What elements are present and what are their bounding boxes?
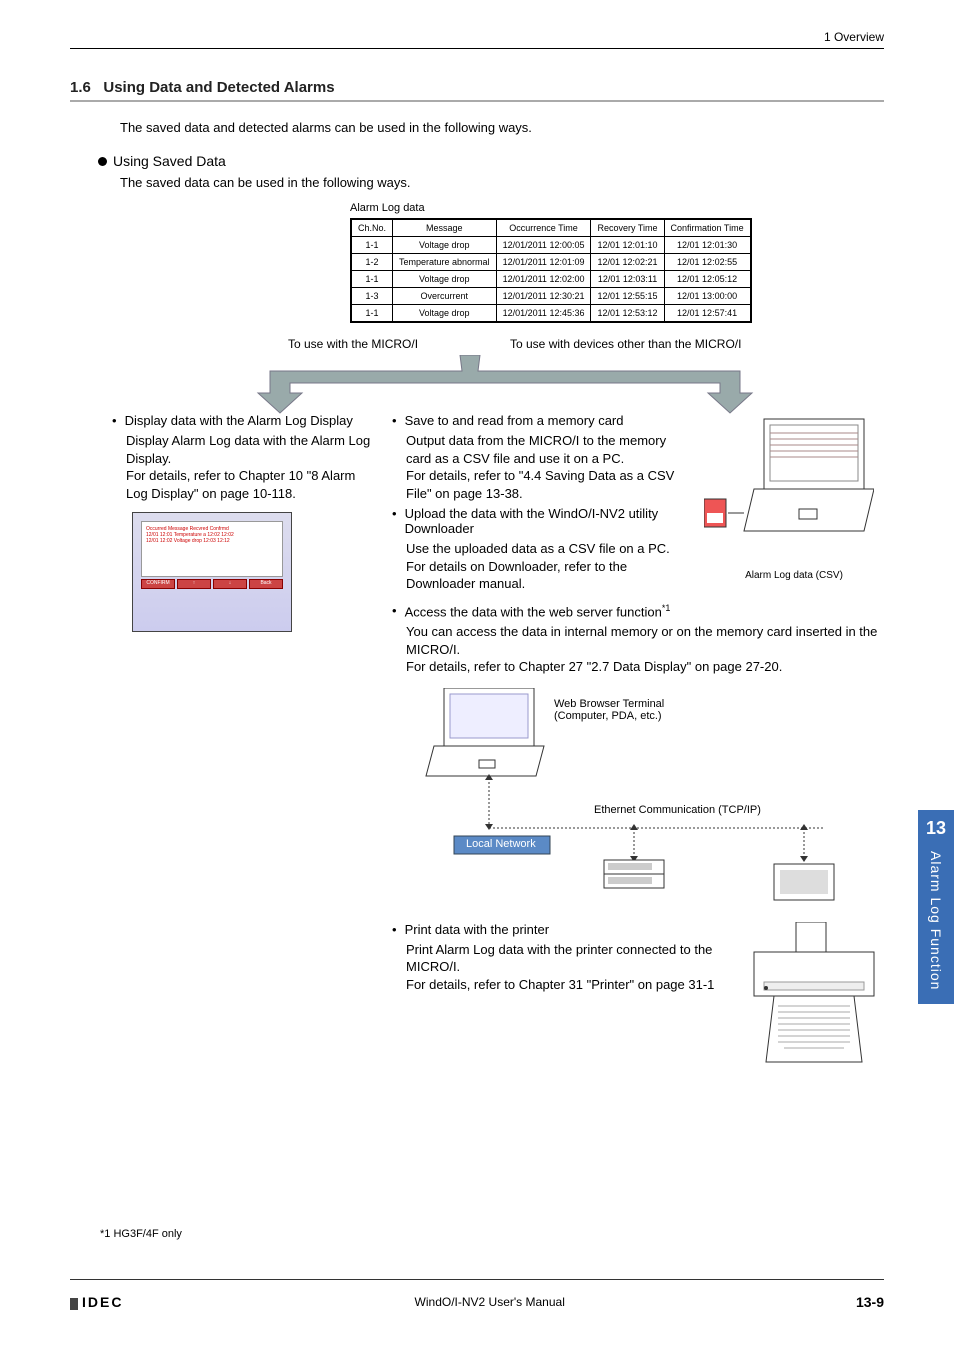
cell: 1-1	[351, 305, 393, 323]
cell: 12/01 12:02:21	[591, 254, 664, 271]
alarm-display-mock: Occurred Message Recvred Confrmd 12/01 1…	[132, 512, 292, 632]
branching-arrow-icon	[250, 355, 770, 415]
cell: 12/01/2011 12:00:05	[496, 237, 591, 254]
cell: 12/01 12:01:30	[664, 237, 751, 254]
cell: 12/01 13:00:00	[664, 288, 751, 305]
webserver-title: Access the data with the web server func…	[405, 603, 671, 619]
laptop-csv-icon	[704, 413, 874, 563]
webserver-title-text: Access the data with the web server func…	[405, 604, 662, 619]
th-conf: Confirmation Time	[664, 219, 751, 237]
th-occ: Occurrence Time	[496, 219, 591, 237]
mock-btn: CONFIRM	[141, 579, 175, 589]
cell: 12/01 12:01:10	[591, 237, 664, 254]
section-number: 1.6	[70, 79, 91, 96]
bullet-icon	[98, 157, 107, 166]
cell: 12/01 12:03:11	[591, 271, 664, 288]
web-terminal-label: Web Browser Terminal (Computer, PDA, etc…	[554, 698, 664, 722]
table-row: 1-1Voltage drop12/01/2011 12:00:0512/01 …	[351, 237, 751, 254]
web-ethernet-label: Ethernet Communication (TCP/IP)	[594, 804, 761, 816]
web-diagram: Web Browser Terminal (Computer, PDA, etc…	[424, 688, 884, 908]
cell: Voltage drop	[393, 271, 497, 288]
footer-rule	[70, 1279, 884, 1280]
cell: 1-1	[351, 271, 393, 288]
section-heading: Using Data and Detected Alarms	[103, 79, 334, 96]
mock-btn: ↓	[213, 579, 247, 589]
cell: 12/01 12:57:41	[664, 305, 751, 323]
cell: Voltage drop	[393, 237, 497, 254]
section-title: 1.6 Using Data and Detected Alarms	[70, 79, 884, 102]
breadcrumb: 1 Overview	[70, 30, 884, 49]
mock-rows: 12/01 12:01 Temperature a 12:02 12:02 12…	[146, 532, 278, 544]
cell: 12/01 12:53:12	[591, 305, 664, 323]
memcard-desc: Output data from the MICRO/I to the memo…	[406, 432, 692, 502]
cell: Temperature abnormal	[393, 254, 497, 271]
table-row: 1-3Overcurrent12/01/2011 12:30:2112/01 1…	[351, 288, 751, 305]
cell: Overcurrent	[393, 288, 497, 305]
table-header-row: Ch.No. Message Occurrence Time Recovery …	[351, 219, 751, 237]
printer-icon	[744, 922, 884, 1072]
footnote-ref: *1	[662, 603, 671, 613]
footnote: *1 HG3F/4F only	[100, 1228, 182, 1240]
cell: 12/01/2011 12:02:00	[496, 271, 591, 288]
printer-desc: Print Alarm Log data with the printer co…	[406, 941, 724, 994]
table-row: 1-2Temperature abnormal12/01/2011 12:01:…	[351, 254, 751, 271]
downloader-desc: Use the uploaded data as a CSV file on a…	[406, 540, 692, 593]
side-tab-text: Alarm Log Function	[928, 851, 944, 990]
bullet-icon: •	[392, 603, 397, 619]
subsection-heading: Using Saved Data	[113, 153, 226, 169]
left-item-desc: Display Alarm Log data with the Alarm Lo…	[126, 432, 372, 502]
table-row: 1-1Voltage drop12/01/2011 12:45:3612/01 …	[351, 305, 751, 323]
arrow-label-right: To use with devices other than the MICRO…	[510, 337, 741, 351]
th-ch: Ch.No.	[351, 219, 393, 237]
subsection-intro: The saved data can be used in the follow…	[120, 175, 884, 190]
cell: 12/01/2011 12:01:09	[496, 254, 591, 271]
webserver-desc: You can access the data in internal memo…	[406, 623, 884, 676]
cell: 12/01 12:05:12	[664, 271, 751, 288]
cell: 12/01/2011 12:30:21	[496, 288, 591, 305]
alarm-log-table: Ch.No. Message Occurrence Time Recovery …	[350, 218, 752, 323]
th-msg: Message	[393, 219, 497, 237]
side-tab: 13 Alarm Log Function	[918, 810, 954, 1004]
downloader-title: Upload the data with the WindO/I-NV2 uti…	[405, 506, 692, 536]
th-rec: Recovery Time	[591, 219, 664, 237]
cell: 1-1	[351, 237, 393, 254]
printer-title: Print data with the printer	[405, 922, 550, 937]
cell: Voltage drop	[393, 305, 497, 323]
bullet-icon: •	[392, 922, 397, 937]
section-intro: The saved data and detected alarms can b…	[120, 120, 884, 135]
table-caption: Alarm Log data	[350, 202, 884, 214]
arrow-label-left: To use with the MICRO/I	[288, 337, 418, 351]
brand-logo: IDEC	[70, 1294, 123, 1310]
cell: 12/01/2011 12:45:36	[496, 305, 591, 323]
cell: 1-3	[351, 288, 393, 305]
mock-btn: Back	[249, 579, 283, 589]
cell: 12/01 12:02:55	[664, 254, 751, 271]
web-local-label: Local Network	[466, 838, 536, 850]
csv-caption: Alarm Log data (CSV)	[704, 570, 884, 581]
cell: 1-2	[351, 254, 393, 271]
side-tab-number: 13	[918, 818, 954, 839]
arrow-labels: To use with the MICRO/I To use with devi…	[70, 337, 884, 417]
page-number: 13-9	[856, 1294, 884, 1310]
manual-title: WindO/I-NV2 User's Manual	[415, 1295, 565, 1309]
bullet-icon: •	[392, 506, 397, 536]
mock-btn: ↑	[177, 579, 211, 589]
cell: 12/01 12:55:15	[591, 288, 664, 305]
table-row: 1-1Voltage drop12/01/2011 12:02:0012/01 …	[351, 271, 751, 288]
